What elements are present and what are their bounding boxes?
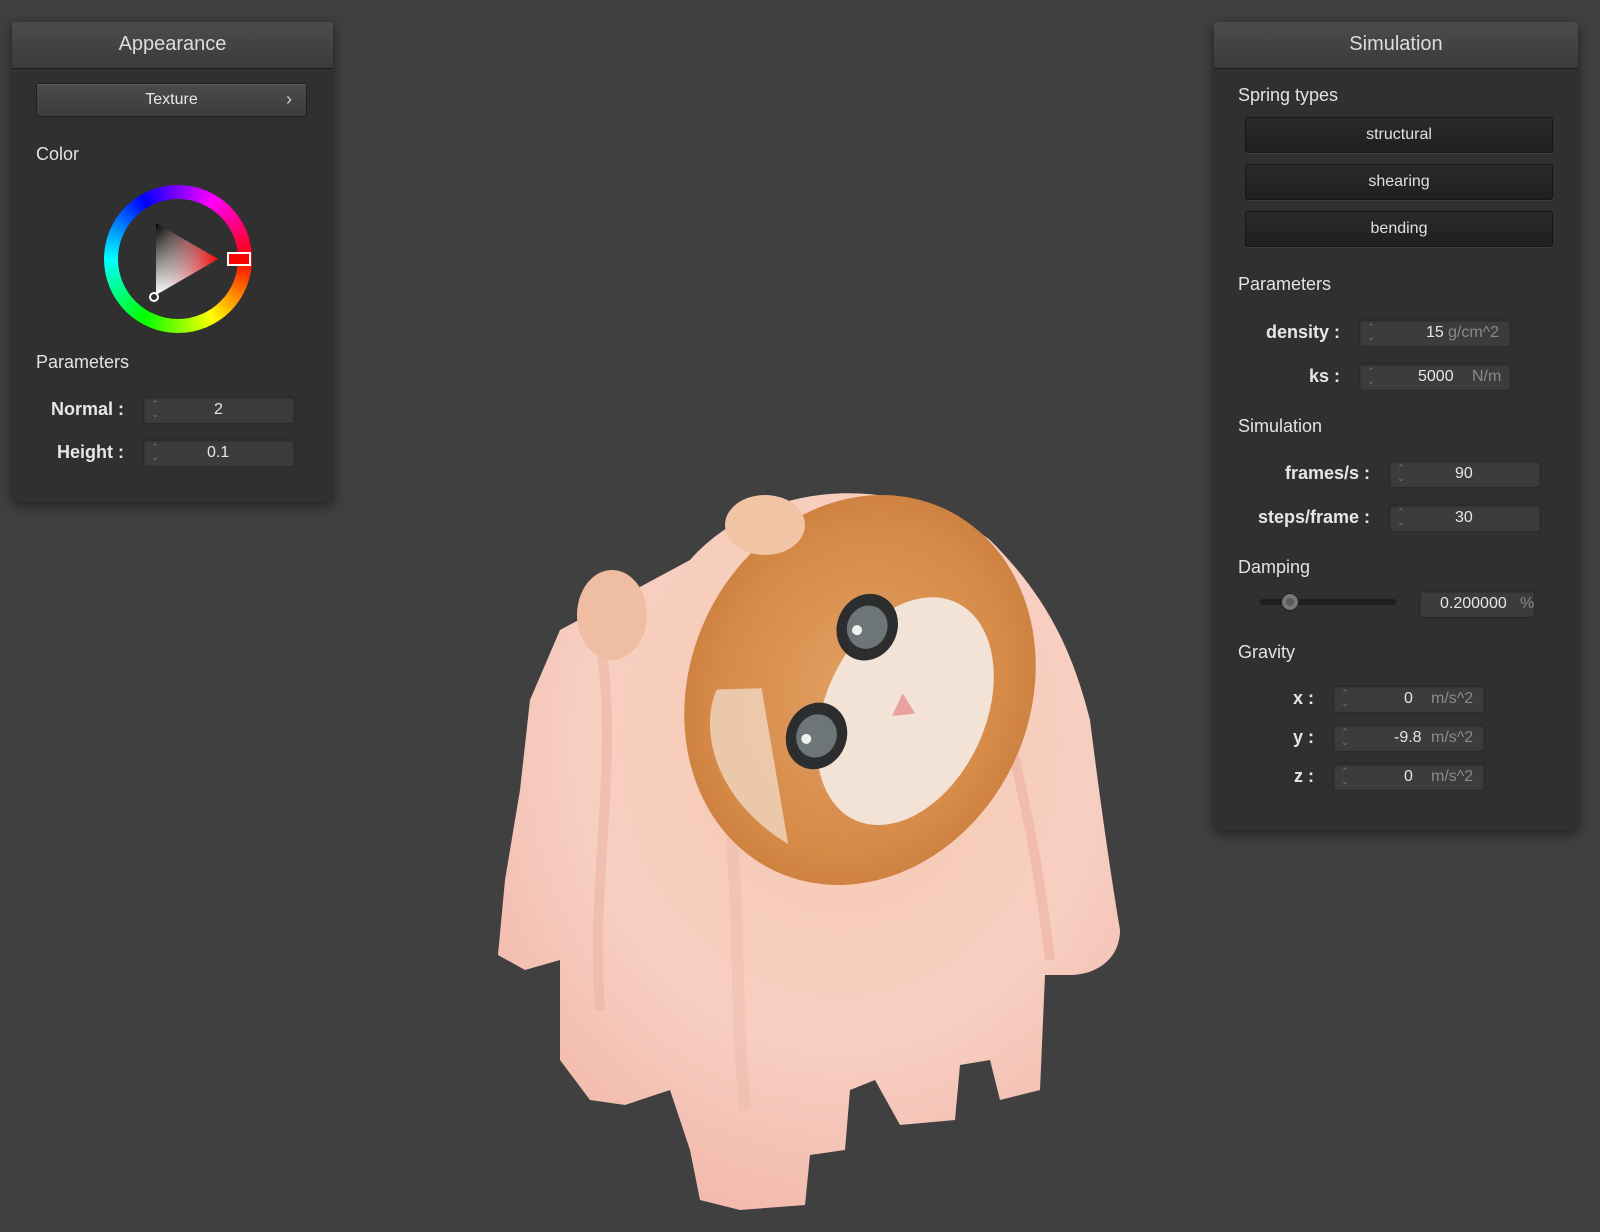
- gravity-label: Gravity: [1238, 642, 1296, 662]
- steps-per-frame-label: steps/frame :: [1257, 507, 1370, 527]
- appearance-parameters-label: Parameters: [36, 352, 130, 372]
- spinner-icon[interactable]: ⌃ ⌄: [1340, 727, 1350, 747]
- spinner-icon[interactable]: ⌃ ⌄: [150, 442, 160, 462]
- ks-label: ks :: [1308, 366, 1340, 386]
- gravity-z-unit: m/s^2: [1431, 768, 1474, 785]
- gravity-y-label: y :: [1292, 727, 1314, 747]
- damping-slider[interactable]: [1260, 593, 1396, 611]
- gravity-y-unit: m/s^2: [1431, 729, 1474, 746]
- spinner-icon[interactable]: ⌃ ⌄: [150, 399, 160, 419]
- steps-per-frame-value: 30: [1455, 509, 1473, 526]
- height-label: Height :: [57, 442, 124, 462]
- gravity-y-input[interactable]: ⌃ ⌄ -9.8 m/s^2: [1333, 724, 1485, 752]
- gravity-x-unit: m/s^2: [1431, 690, 1474, 707]
- ks-value: 5000: [1418, 368, 1454, 385]
- density-input[interactable]: ⌃ ⌄ 15 g/cm^2: [1359, 319, 1511, 347]
- structural-button[interactable]: structural: [1245, 117, 1553, 153]
- normal-label: Normal :: [50, 399, 124, 419]
- texture-button[interactable]: Texture ›: [36, 83, 307, 117]
- frames-per-second-value: 90: [1455, 465, 1473, 482]
- normal-value: 2: [214, 401, 223, 418]
- frames-per-second-label: frames/s :: [1284, 463, 1370, 483]
- gravity-x-label: x :: [1292, 688, 1314, 708]
- spinner-icon[interactable]: ⌃ ⌄: [1366, 322, 1376, 342]
- height-value: 0.1: [207, 444, 230, 461]
- height-input[interactable]: ⌃ ⌄ 0.1: [143, 439, 295, 467]
- simulation-panel: Simulation Spring types structural shear…: [1214, 22, 1578, 830]
- damping-label: Damping: [1238, 557, 1311, 577]
- spinner-icon[interactable]: ⌃ ⌄: [1340, 688, 1350, 708]
- bending-button[interactable]: bending: [1245, 211, 1553, 247]
- gravity-z-label: z :: [1294, 766, 1314, 786]
- steps-per-frame-input[interactable]: ⌃ ⌄ 30: [1389, 504, 1541, 532]
- gravity-y-value: -9.8: [1394, 729, 1422, 746]
- spinner-icon[interactable]: ⌃ ⌄: [1396, 507, 1406, 527]
- spinner-icon[interactable]: ⌃ ⌄: [1366, 366, 1376, 386]
- spinner-icon[interactable]: ⌃ ⌄: [1396, 463, 1406, 483]
- simulation-section-label: Simulation: [1238, 416, 1323, 436]
- spring-types-label: Spring types: [1238, 85, 1339, 105]
- simulation-panel-title: Simulation: [1214, 22, 1578, 69]
- density-unit: g/cm^2: [1448, 324, 1500, 341]
- gravity-z-input[interactable]: ⌃ ⌄ 0 m/s^2: [1333, 763, 1485, 791]
- simulation-parameters-label: Parameters: [1238, 274, 1332, 294]
- texture-button-label: Texture: [145, 91, 198, 108]
- frames-per-second-input[interactable]: ⌃ ⌄ 90: [1389, 460, 1541, 488]
- appearance-panel: Appearance Texture › Color Parameters No…: [12, 22, 333, 502]
- damping-unit: %: [1520, 595, 1535, 612]
- damping-input[interactable]: 0.200000 %: [1419, 590, 1535, 618]
- color-wheel-icon[interactable]: [104, 185, 252, 333]
- spinner-icon[interactable]: ⌃ ⌄: [1340, 766, 1350, 786]
- density-value: 15: [1426, 324, 1444, 341]
- chevron-right-icon: ›: [286, 89, 292, 109]
- damping-value: 0.200000: [1440, 595, 1507, 612]
- damping-slider-thumb[interactable]: [1281, 593, 1299, 611]
- ks-unit: N/m: [1472, 368, 1502, 385]
- gravity-x-value: 0: [1404, 690, 1413, 707]
- gravity-x-input[interactable]: ⌃ ⌄ 0 m/s^2: [1333, 685, 1485, 713]
- ks-input[interactable]: ⌃ ⌄ 5000 N/m: [1359, 363, 1511, 391]
- normal-input[interactable]: ⌃ ⌄ 2: [143, 396, 295, 424]
- density-label: density :: [1265, 322, 1340, 342]
- shearing-button[interactable]: shearing: [1245, 164, 1553, 200]
- color-label: Color: [36, 144, 80, 164]
- gravity-z-value: 0: [1404, 768, 1413, 785]
- appearance-panel-title: Appearance: [12, 22, 333, 69]
